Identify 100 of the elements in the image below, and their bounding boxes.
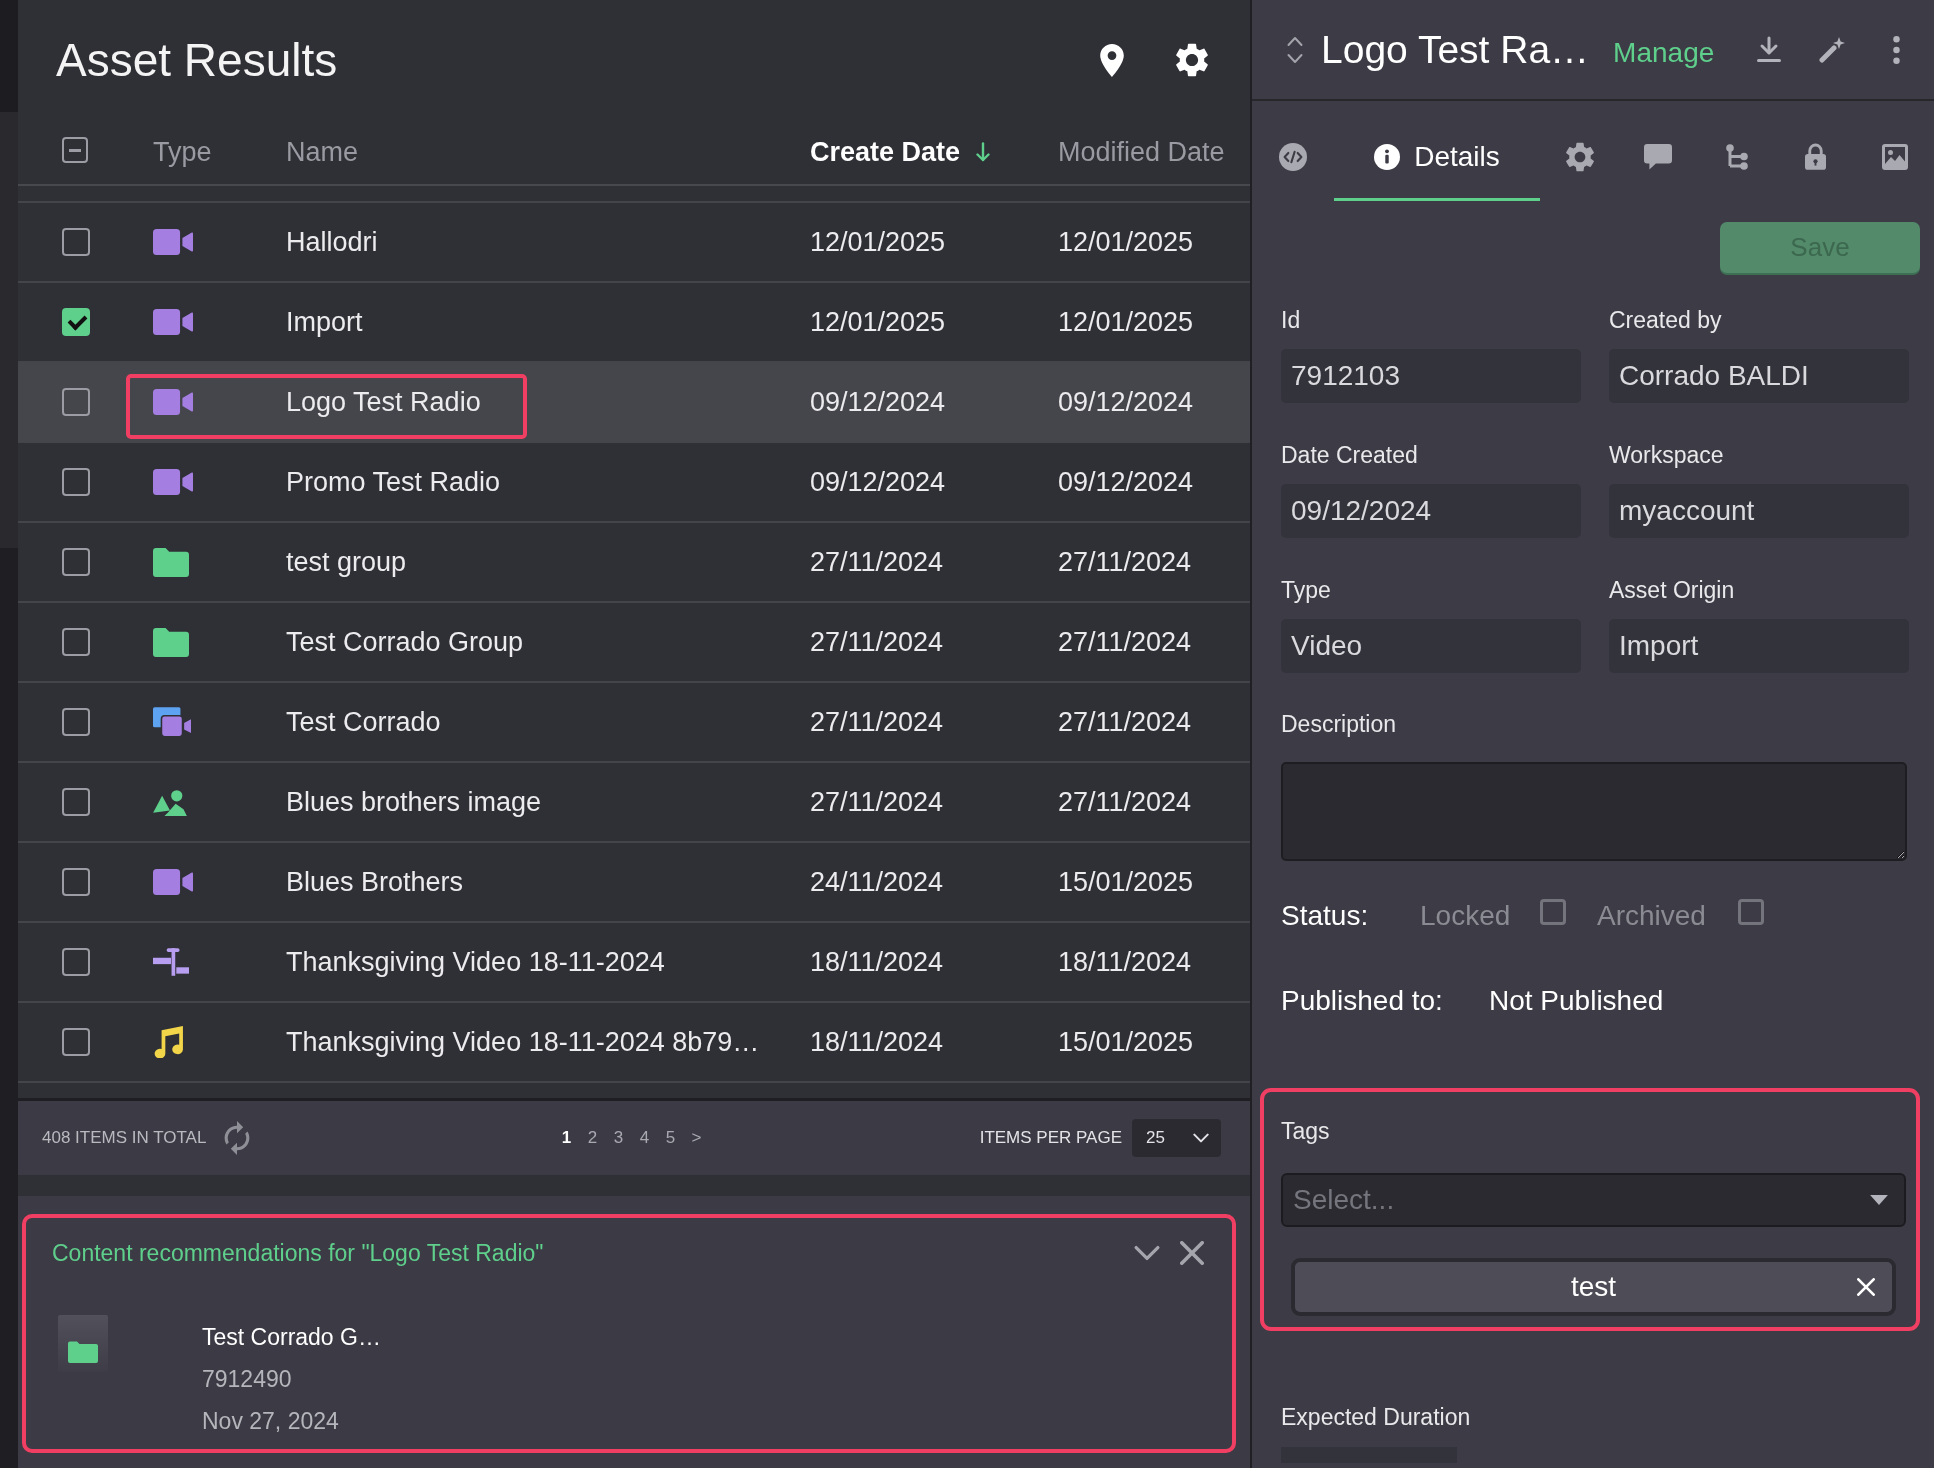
modified-date: 18/11/2024 [1058, 946, 1192, 978]
comment-icon [1644, 143, 1673, 170]
asset-name: test group [286, 546, 407, 578]
manage-link[interactable]: Manage [1613, 36, 1715, 69]
column-header[interactable]: Type [153, 136, 212, 168]
published-value: Not Published [1489, 985, 1664, 1017]
item-title[interactable]: Test Corrado G… [202, 1323, 381, 1351]
page-title: Asset Results [56, 33, 338, 87]
checkbox[interactable] [62, 548, 90, 576]
text-field[interactable]: Import [1609, 619, 1909, 673]
per-page-select[interactable]: 25 [1132, 1119, 1221, 1157]
table-row[interactable]: test group 27/11/2024 27/11/2024 [18, 523, 1250, 603]
asset-title: Logo Test Ra… [1321, 27, 1590, 72]
column-header[interactable]: Name [286, 136, 359, 168]
field-label: Tags [1281, 1117, 1330, 1145]
collapse-button[interactable] [1134, 1245, 1160, 1261]
settings-icon [1565, 141, 1594, 172]
magic-wand-icon[interactable] [1819, 36, 1845, 63]
create-date: 18/11/2024 [810, 1026, 944, 1058]
checkbox[interactable] [62, 868, 90, 896]
settings-icon[interactable] [1176, 43, 1208, 77]
info-icon [1374, 143, 1401, 170]
music-note-icon [153, 1026, 183, 1058]
text-field[interactable]: 09/12/2024 [1281, 484, 1581, 538]
field-label: Type [1281, 576, 1331, 604]
modified-date: 27/11/2024 [1058, 786, 1192, 818]
close-icon [1180, 1241, 1204, 1265]
location-pin-icon[interactable] [1100, 43, 1124, 77]
asset-name: Test Corrado Group [286, 626, 524, 658]
modified-date: 27/11/2024 [1058, 706, 1192, 738]
field-label: Date Created [1281, 441, 1418, 469]
create-date: 18/11/2024 [810, 946, 944, 978]
item-date: Nov 27, 2024 [202, 1407, 339, 1435]
download-icon[interactable] [1757, 36, 1781, 63]
create-date: 27/11/2024 [810, 706, 944, 738]
checkbox[interactable] [62, 628, 90, 656]
remove-icon[interactable] [1857, 1278, 1875, 1296]
tag-select[interactable]: Select... [1281, 1173, 1906, 1227]
asset-name: Import [286, 306, 363, 338]
more-icon[interactable] [1893, 35, 1900, 64]
video-image-icon [153, 707, 191, 737]
page-link[interactable]: 1 [561, 1128, 572, 1148]
modified-date: 27/11/2024 [1058, 546, 1192, 578]
asset-name: Blues Brothers [286, 866, 464, 898]
checkbox[interactable] [62, 948, 90, 976]
item-id: 7912490 [202, 1365, 292, 1393]
asset-name: Logo Test Radio [286, 386, 481, 418]
create-date: 09/12/2024 [810, 466, 946, 498]
column-header[interactable]: Create Date [810, 136, 991, 168]
checkbox[interactable] [62, 388, 90, 416]
table-row[interactable]: Blues Brothers 24/11/2024 15/01/2025 [18, 843, 1250, 923]
text-field[interactable]: 7912103 [1281, 349, 1581, 403]
table-row[interactable]: Test Corrado Group 27/11/2024 27/11/2024 [18, 603, 1250, 683]
field-label: Asset Origin [1609, 576, 1735, 604]
create-date: 12/01/2025 [810, 306, 946, 338]
table-row[interactable]: Hallodri 12/01/2025 12/01/2025 [18, 203, 1250, 283]
description-field[interactable] [1281, 762, 1907, 861]
folder-icon [153, 627, 189, 657]
tag-label: test [1570, 1271, 1617, 1303]
panel-title: Content recommendations for "Logo Test Radio" [52, 1239, 544, 1267]
checkbox[interactable] [62, 788, 90, 816]
checkbox[interactable] [62, 1028, 90, 1056]
text-field[interactable]: Corrado BALDI [1609, 349, 1909, 403]
caret-icon[interactable] [1870, 1195, 1888, 1205]
checkbox[interactable] [62, 228, 90, 256]
table-row[interactable]: Blues brothers image 27/11/2024 27/11/2024 [18, 763, 1250, 843]
lock-icon [1805, 143, 1827, 170]
checkbox[interactable] [62, 308, 90, 336]
status-label: Status: [1281, 900, 1370, 932]
details-tab[interactable]: Details [1333, 101, 1541, 201]
video-camera-icon [153, 469, 193, 495]
timeline-icon [153, 948, 189, 976]
folder-icon [153, 547, 189, 577]
select-all-checkbox[interactable] [62, 137, 88, 163]
create-date: 27/11/2024 [810, 546, 944, 578]
table-row[interactable]: Thanksgiving Video 18-11-2024 8b79… 18/11/2024 15/01/2025 [18, 1003, 1250, 1083]
up-down-chevron-icon[interactable] [1287, 35, 1303, 64]
page-link[interactable]: 4 [639, 1128, 650, 1148]
create-date: 09/12/2024 [810, 386, 946, 418]
column-header[interactable]: Modified Date [1058, 136, 1225, 168]
asset-name: Promo Test Radio [286, 466, 501, 498]
table-row[interactable]: Thanksgiving Video 18-11-2024 18/11/2024 18/11/2024 [18, 923, 1250, 1003]
text-field[interactable]: Video [1281, 619, 1581, 673]
refresh-icon[interactable] [224, 1121, 251, 1155]
table-row[interactable]: Test Corrado 27/11/2024 27/11/2024 [18, 683, 1250, 763]
page-link[interactable]: 5 [665, 1128, 676, 1148]
tag-chip[interactable]: test [1291, 1258, 1896, 1316]
table-row[interactable]: Promo Test Radio 09/12/2024 09/12/2024 [18, 443, 1250, 523]
table-row[interactable]: Logo Test Radio 09/12/2024 09/12/2024 [18, 363, 1250, 443]
field-label: Description [1281, 710, 1397, 738]
option-label: Locked [1420, 900, 1512, 932]
page-link[interactable]: > [691, 1128, 702, 1148]
close-button[interactable] [1180, 1241, 1204, 1265]
page-link[interactable]: 3 [613, 1128, 624, 1148]
text-field[interactable]: myaccount [1609, 484, 1909, 538]
checkbox[interactable] [62, 468, 90, 496]
checkbox[interactable] [62, 708, 90, 736]
create-date: 12/01/2025 [810, 226, 946, 258]
field-label: Workspace [1609, 441, 1724, 469]
page-link[interactable]: 2 [587, 1128, 598, 1148]
